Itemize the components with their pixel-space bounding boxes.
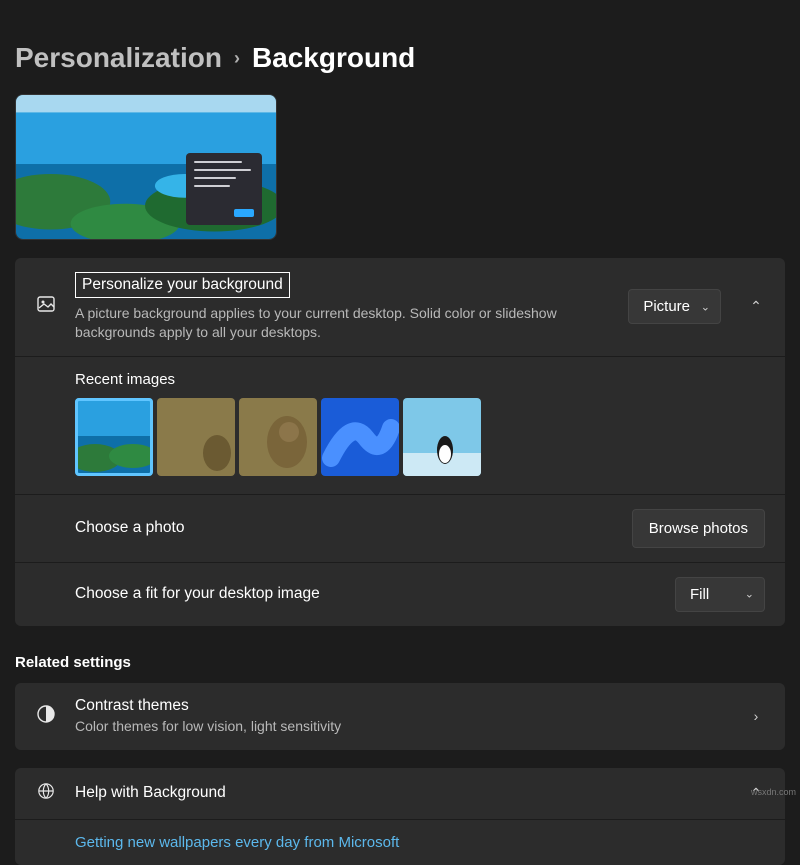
fit-select[interactable]: Fill ⌄ [675, 577, 765, 612]
personalize-title-highlight: Personalize your background [75, 272, 290, 298]
recent-image-thumb[interactable] [239, 398, 317, 476]
watermark: wsxdn.com [751, 787, 796, 797]
help-link-row: Getting new wallpapers every day from Mi… [15, 820, 785, 865]
chevron-down-icon: ⌄ [745, 588, 754, 601]
contrast-icon [35, 704, 57, 729]
choose-fit-label: Choose a fit for your desktop image [75, 585, 657, 603]
breadcrumb-parent[interactable]: Personalization [15, 42, 222, 74]
background-type-select[interactable]: Picture ⌄ [628, 289, 721, 324]
related-settings-panel: Contrast themes Color themes for low vis… [15, 683, 785, 750]
contrast-themes-desc: Color themes for low vision, light sensi… [75, 717, 595, 736]
help-title: Help with Background [75, 784, 721, 802]
globe-icon [35, 782, 57, 805]
browse-photos-button[interactable]: Browse photos [632, 509, 765, 548]
recent-images-row: Recent images [15, 357, 785, 495]
desktop-preview [15, 94, 277, 240]
recent-images-list [75, 398, 481, 476]
preview-flyout [186, 153, 262, 225]
personalize-desc: A picture background applies to your cur… [75, 304, 595, 342]
recent-image-thumb[interactable] [75, 398, 153, 476]
breadcrumb: Personalization › Background [0, 0, 800, 94]
help-with-background-row[interactable]: Help with Background ⌃ [15, 768, 785, 820]
recent-images-label: Recent images [75, 371, 175, 388]
personalize-background-row: Personalize your background A picture ba… [15, 258, 785, 357]
choose-photo-label: Choose a photo [75, 519, 614, 537]
background-settings-panel: Personalize your background A picture ba… [15, 258, 785, 626]
breadcrumb-current: Background [252, 42, 415, 74]
help-panel: Help with Background ⌃ Getting new wallp… [15, 768, 785, 865]
related-settings-heading: Related settings [15, 654, 785, 671]
chevron-down-icon: ⌄ [701, 300, 710, 313]
personalize-title: Personalize your background [82, 276, 283, 293]
contrast-themes-title: Contrast themes [75, 697, 721, 715]
choose-photo-row: Choose a photo Browse photos [15, 495, 785, 563]
contrast-themes-row[interactable]: Contrast themes Color themes for low vis… [15, 683, 785, 750]
choose-fit-row: Choose a fit for your desktop image Fill… [15, 563, 785, 626]
collapse-chevron-up-icon[interactable]: ⌃ [747, 298, 765, 315]
recent-image-thumb[interactable] [321, 398, 399, 476]
recent-image-thumb[interactable] [157, 398, 235, 476]
chevron-right-icon: › [234, 48, 240, 69]
chevron-right-icon: › [747, 708, 765, 724]
recent-image-thumb[interactable] [403, 398, 481, 476]
picture-icon [35, 294, 57, 319]
help-link-wallpapers[interactable]: Getting new wallpapers every day from Mi… [75, 834, 399, 851]
